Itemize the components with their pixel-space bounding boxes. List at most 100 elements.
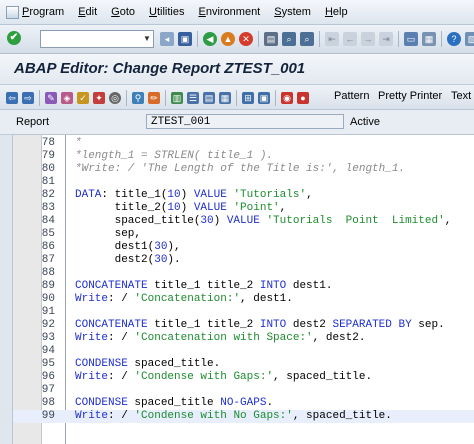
code-line[interactable]: 98 CONDENSE spaced_title NO-GAPS.: [13, 397, 474, 410]
exit-icon[interactable]: ▲: [221, 32, 235, 46]
last-page-icon[interactable]: ⇥: [379, 32, 393, 46]
code-line[interactable]: 81: [13, 176, 474, 189]
code-line[interactable]: 99 Write: / 'Condense with No Gaps:', spa…: [13, 410, 474, 423]
code-text[interactable]: sep,: [75, 228, 141, 241]
next-page-icon[interactable]: →: [361, 32, 375, 46]
code-line[interactable]: 88: [13, 267, 474, 280]
line-number: 95: [41, 358, 55, 370]
code-text[interactable]: CONCATENATE title_1 title_2 INTO dest1.: [75, 280, 332, 293]
breakpoint-icon[interactable]: ◉: [281, 92, 293, 104]
toolbar-separator: [398, 31, 399, 47]
save-icon[interactable]: ▣: [178, 32, 192, 46]
code-line[interactable]: 78 *: [13, 137, 474, 150]
code-line[interactable]: 92 CONCATENATE title_1 title_2 INTO dest2…: [13, 319, 474, 332]
code-line[interactable]: 86 dest1(30),: [13, 241, 474, 254]
find-icon[interactable]: ⌕: [282, 32, 296, 46]
code-line[interactable]: 84 spaced_title(30) VALUE 'Tutorials Poi…: [13, 215, 474, 228]
history-arrow-icon[interactable]: ◂: [160, 32, 174, 46]
code-text[interactable]: Write: / 'Concatenation:', dest1.: [75, 293, 293, 306]
previous-page-icon[interactable]: ←: [343, 32, 357, 46]
code-line[interactable]: 85 sep,: [13, 228, 474, 241]
check-icon[interactable]: ✔: [7, 31, 21, 45]
menu-system[interactable]: System: [274, 6, 311, 18]
forward-arrow-icon[interactable]: ⇨: [22, 92, 34, 104]
menu-edit[interactable]: Edit: [78, 6, 97, 18]
line-number: 98: [41, 397, 55, 409]
page-title: ABAP Editor: Change Report ZTEST_001: [14, 60, 306, 77]
code-text[interactable]: CONDENSE spaced_title NO-GAPS.: [75, 397, 273, 410]
line-number: 96: [41, 371, 55, 383]
code-text[interactable]: Write: / 'Condense with No Gaps:', space…: [75, 410, 392, 423]
code-line[interactable]: 93 Write: / 'Concatenation with Space:', …: [13, 332, 474, 345]
code-line[interactable]: 83 title_2(10) VALUE 'Point',: [13, 202, 474, 215]
menu-painter-icon[interactable]: ▦: [219, 92, 231, 104]
back-arrow-icon[interactable]: ⇦: [6, 92, 18, 104]
menu-goto[interactable]: Goto: [111, 6, 135, 18]
hierarchy-icon[interactable]: ☰: [187, 92, 199, 104]
session-breakpoint-icon[interactable]: ●: [297, 92, 309, 104]
code-text[interactable]: spaced_title(30) VALUE 'Tutorials Point …: [75, 215, 452, 228]
chevron-down-icon[interactable]: ▼: [141, 31, 153, 47]
code-line[interactable]: 80 *Write: / 'The Length of the Title is:…: [13, 163, 474, 176]
first-page-icon[interactable]: ⇤: [325, 32, 339, 46]
code-text[interactable]: title_2(10) VALUE 'Point',: [75, 202, 287, 215]
code-text[interactable]: CONDENSE spaced_title.: [75, 358, 220, 371]
navigation-window-icon[interactable]: ▥: [171, 92, 183, 104]
line-number: 79: [41, 150, 55, 162]
object-list-icon[interactable]: ✏: [148, 92, 160, 104]
code-line[interactable]: 91: [13, 306, 474, 319]
code-text[interactable]: *: [75, 137, 82, 150]
code-line[interactable]: 97: [13, 384, 474, 397]
menu-utilities[interactable]: Utilities: [149, 6, 184, 18]
back-icon[interactable]: ◀: [203, 32, 217, 46]
cancel-icon[interactable]: ✕: [239, 32, 253, 46]
code-text[interactable]: CONCATENATE title_1 title_2 INTO dest2 S…: [75, 319, 445, 332]
code-line[interactable]: 96 Write: / 'Condense with Gaps:', spaced…: [13, 371, 474, 384]
layout-icon[interactable]: ▧: [465, 32, 474, 46]
menu-help[interactable]: Help: [325, 6, 348, 18]
line-number: 81: [41, 176, 55, 188]
code-text[interactable]: DATA: title_1(10) VALUE 'Tutorials',: [75, 189, 313, 202]
report-name-field: ZTEST_001: [146, 114, 344, 129]
code-text[interactable]: *Write: / 'The Length of the Title is:',…: [75, 163, 405, 176]
code-line[interactable]: 82 DATA: title_1(10) VALUE 'Tutorials',: [13, 189, 474, 202]
pattern-button[interactable]: Pattern: [334, 90, 369, 102]
menu-program[interactable]: Program: [22, 6, 64, 18]
menu-environment[interactable]: Environment: [198, 6, 260, 18]
code-line[interactable]: 89 CONCATENATE title_1 title_2 INTO dest1…: [13, 280, 474, 293]
code-line[interactable]: 90 Write: / 'Concatenation:', dest1.: [13, 293, 474, 306]
activate-icon[interactable]: ✦: [93, 92, 105, 104]
help-icon[interactable]: ?: [447, 32, 461, 46]
code-text[interactable]: dest1(30),: [75, 241, 181, 254]
screen-icon[interactable]: ▤: [203, 92, 215, 104]
line-number: 90: [41, 293, 55, 305]
other-object-icon[interactable]: ◈: [61, 92, 73, 104]
code-text[interactable]: Write: / 'Condense with Gaps:', spaced_t…: [75, 371, 372, 384]
line-number: 78: [41, 137, 55, 149]
new-session-icon[interactable]: ▭: [404, 32, 418, 46]
sap-window-icon[interactable]: [6, 6, 19, 19]
test-icon[interactable]: ◎: [109, 92, 121, 104]
pretty-printer-button[interactable]: Pretty Printer: [378, 90, 442, 102]
check-syntax-icon[interactable]: ✓: [77, 92, 89, 104]
print-icon[interactable]: ▤: [264, 32, 278, 46]
code-line[interactable]: 94: [13, 345, 474, 358]
insert-statement-icon[interactable]: ⊞: [242, 92, 254, 104]
shortcut-icon[interactable]: ▦: [422, 32, 436, 46]
find-next-icon[interactable]: ⌕: [300, 32, 314, 46]
text-button[interactable]: Text: [451, 90, 471, 102]
code-text[interactable]: Write: / 'Concatenation with Space:', de…: [75, 332, 365, 345]
code-line[interactable]: 79 *length_1 = STRLEN( title_1 ).: [13, 150, 474, 163]
command-field[interactable]: ▼: [40, 30, 154, 48]
command-input[interactable]: [41, 31, 141, 45]
menu-bar: Program Edit Goto Utilities Environment …: [0, 0, 474, 25]
code-editor[interactable]: 78 * 79 *length_1 = STRLEN( title_1 ). 80 *Wr…: [12, 134, 474, 444]
code-text[interactable]: dest2(30).: [75, 254, 181, 267]
code-line[interactable]: 95 CONDENSE spaced_title.: [13, 358, 474, 371]
pattern-list-icon[interactable]: ▣: [258, 92, 270, 104]
code-text[interactable]: *length_1 = STRLEN( title_1 ).: [75, 150, 273, 163]
display-change-icon[interactable]: ✎: [45, 92, 57, 104]
where-used-icon[interactable]: ⚲: [132, 92, 144, 104]
toolbar-separator: [319, 31, 320, 47]
code-line[interactable]: 87 dest2(30).: [13, 254, 474, 267]
